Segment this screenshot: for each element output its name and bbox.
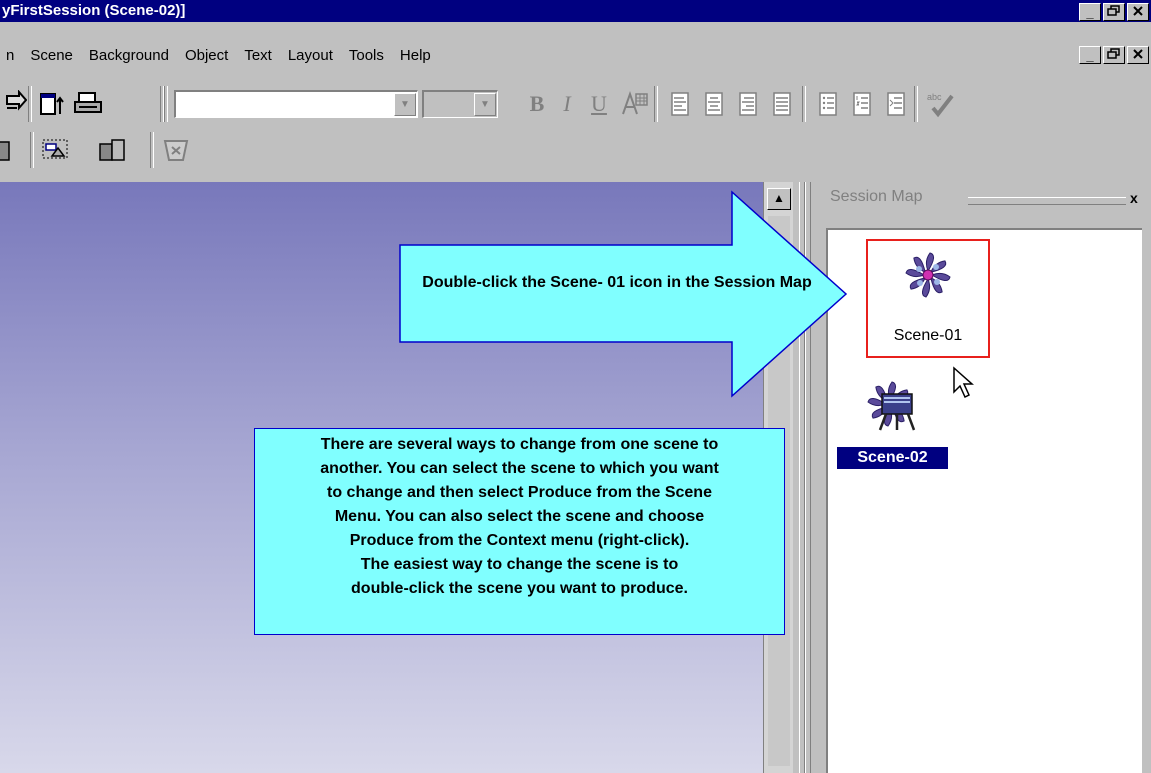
- trash-icon[interactable]: [160, 134, 192, 166]
- underline-button[interactable]: U: [584, 88, 614, 120]
- session-map-close-button[interactable]: x: [1130, 190, 1138, 206]
- toolbar-separator: [30, 132, 34, 168]
- bullets-icon[interactable]: [812, 88, 844, 120]
- align-left-icon[interactable]: [664, 88, 696, 120]
- toolbar-separator: [28, 86, 32, 122]
- menu-bar: n Scene Background Object Text Layout To…: [0, 42, 1151, 68]
- scene-01-label[interactable]: Scene-01: [868, 327, 988, 345]
- close-button[interactable]: [1127, 3, 1149, 21]
- restore-icon: [1107, 48, 1120, 59]
- scene-01-icon[interactable]: [904, 251, 952, 304]
- close-icon: [1133, 6, 1143, 16]
- menu-scene[interactable]: Scene: [22, 47, 81, 64]
- page-icon[interactable]: [36, 88, 68, 120]
- toolbar-separator: [164, 86, 168, 122]
- text-style-icon[interactable]: [618, 88, 650, 120]
- bold-button[interactable]: B: [522, 88, 552, 120]
- toolbar-separator: [802, 86, 806, 122]
- menu-help[interactable]: Help: [392, 47, 439, 64]
- window-titlebar: yFirstSession (Scene-02)] _: [0, 0, 1151, 22]
- note-line: to change and then select Produce from t…: [327, 484, 712, 501]
- size-combo-arrow[interactable]: ▼: [474, 93, 496, 116]
- menu-layout[interactable]: Layout: [280, 47, 341, 64]
- instruction-note: There are several ways to change from on…: [254, 428, 785, 635]
- svg-text:abc: abc: [927, 92, 942, 102]
- close-icon: [1133, 49, 1143, 59]
- mouse-pointer-icon: [952, 366, 976, 405]
- restore-button[interactable]: [1103, 3, 1125, 21]
- justify-icon[interactable]: [766, 88, 798, 120]
- font-combo-arrow[interactable]: ▼: [394, 93, 416, 116]
- note-line: The easiest way to change the scene is t…: [360, 556, 679, 573]
- window-title: yFirstSession (Scene-02)]: [2, 2, 186, 19]
- note-line: There are several ways to change from on…: [320, 436, 719, 453]
- menu-tools[interactable]: Tools: [341, 47, 392, 64]
- doc-minimize-button[interactable]: _: [1079, 46, 1101, 64]
- window-controls: _: [1079, 3, 1149, 21]
- align-center-icon[interactable]: [698, 88, 730, 120]
- toolbar-separator: [914, 86, 918, 122]
- align-right-icon[interactable]: [732, 88, 764, 120]
- note-line: Menu. You can also select the scene and …: [334, 508, 705, 525]
- scene-02-icon[interactable]: [866, 380, 918, 445]
- copy-icon[interactable]: [96, 134, 128, 166]
- formatting-toolbar: ▼ ▼ B I U abc: [0, 84, 1151, 126]
- document-controls: _: [1079, 46, 1149, 64]
- object-icon[interactable]: [0, 134, 18, 166]
- note-line: another. You can select the scene to whi…: [320, 460, 719, 477]
- toolbar-separator: [654, 86, 658, 122]
- arrow-callout: [398, 190, 850, 403]
- toolbar-separator: [150, 132, 154, 168]
- restore-icon: [1107, 5, 1120, 16]
- note-line: double-click the scene you want to produ…: [351, 580, 688, 597]
- session-map-grip: [968, 197, 1126, 205]
- numbering-icon[interactable]: [846, 88, 878, 120]
- scene-02-label[interactable]: Scene-02: [837, 447, 948, 469]
- doc-restore-button[interactable]: [1103, 46, 1125, 64]
- menu-text[interactable]: Text: [236, 47, 280, 64]
- resize-icon[interactable]: [40, 134, 72, 166]
- menu-session[interactable]: n: [0, 47, 22, 64]
- menu-background[interactable]: Background: [81, 47, 177, 64]
- minimize-button[interactable]: _: [1079, 3, 1101, 21]
- print-icon[interactable]: [72, 88, 104, 120]
- italic-button[interactable]: I: [552, 88, 582, 120]
- font-combo[interactable]: ▼: [174, 90, 418, 118]
- doc-close-button[interactable]: [1127, 46, 1149, 64]
- object-toolbar: [0, 130, 1151, 172]
- scene-01-item[interactable]: Scene-01: [866, 239, 990, 358]
- size-combo[interactable]: ▼: [422, 90, 498, 118]
- spellcheck-icon[interactable]: abc: [924, 88, 956, 120]
- indent-icon[interactable]: [880, 88, 912, 120]
- arrow-callout-text: Double-click the Scene- 01 icon in the S…: [422, 274, 812, 291]
- note-line: Produce from the Context menu (right-cli…: [349, 532, 690, 549]
- menu-object[interactable]: Object: [177, 47, 236, 64]
